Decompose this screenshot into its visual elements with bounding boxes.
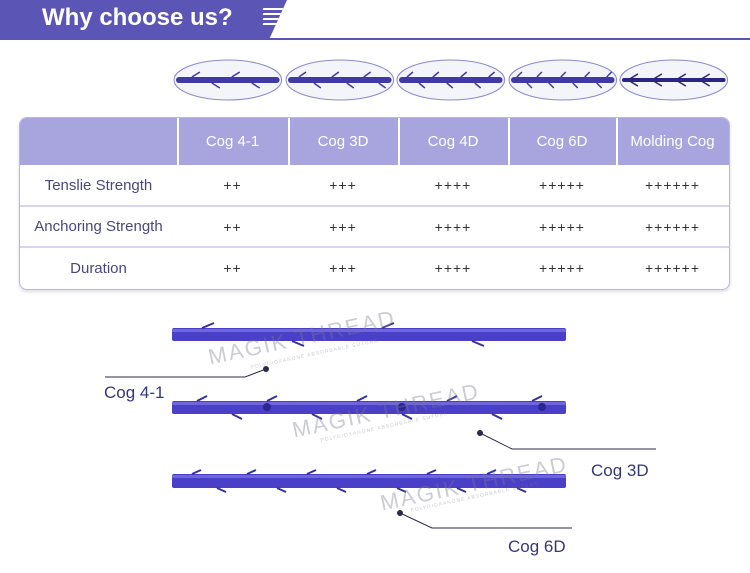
table-cell: ++++ xyxy=(434,177,472,193)
table-cell: ++ xyxy=(223,218,242,235)
header-rule xyxy=(0,38,750,40)
row-label-tensile-strength: Tenslie Strength xyxy=(44,176,153,194)
thread-image-cog41 xyxy=(172,58,284,102)
table-cell: +++ xyxy=(329,177,357,193)
column-header-cog4d: Cog 4D xyxy=(427,133,479,150)
callout-line-cog3d xyxy=(477,430,656,450)
table-cell: +++ xyxy=(329,260,357,276)
row-label-duration: Duration xyxy=(70,259,127,277)
thread-image-cog3d xyxy=(284,58,396,102)
table-cell: ++++++ xyxy=(644,218,701,235)
callout-line-cog6d xyxy=(397,510,572,529)
table-cell: ++++++ xyxy=(644,260,701,276)
table-cell: ++ xyxy=(223,260,242,276)
table-cell: +++++ xyxy=(539,177,585,193)
table-cell: ++++ xyxy=(434,218,472,235)
thread-image-cog4d xyxy=(395,58,507,102)
comparison-table: Cog 4-1 Cog 3D Cog 4D Cog 6D Molding Cog… xyxy=(19,117,730,290)
table-cell: ++ xyxy=(223,177,242,193)
column-header-cog3d: Cog 3D xyxy=(317,133,369,150)
table-cell: +++++ xyxy=(539,218,585,235)
stripes-decoration xyxy=(262,8,284,30)
column-header-molding: Molding Cog xyxy=(630,133,715,150)
callout-line-cog41 xyxy=(105,366,269,378)
row-label-anchoring-strength: Anchoring Strength xyxy=(34,218,163,235)
page-title: Why choose us? xyxy=(42,4,233,31)
table-cell: ++++++ xyxy=(644,177,701,193)
table-cell: +++++ xyxy=(539,260,585,276)
thread-image-cog6d xyxy=(507,58,619,102)
thread-image-strip xyxy=(172,58,730,102)
table-cell: +++ xyxy=(329,218,357,235)
column-header-cog41: Cog 4-1 xyxy=(205,133,260,150)
header-banner: Why choose us? xyxy=(0,0,287,38)
table-cell: ++++ xyxy=(434,260,472,276)
column-header-cog6d: Cog 6D xyxy=(536,133,588,150)
thread-image-molding xyxy=(618,58,730,102)
label-cog41: Cog 4-1 xyxy=(104,383,165,402)
label-cog6d: Cog 6D xyxy=(508,537,566,556)
label-cog3d: Cog 3D xyxy=(591,461,649,480)
